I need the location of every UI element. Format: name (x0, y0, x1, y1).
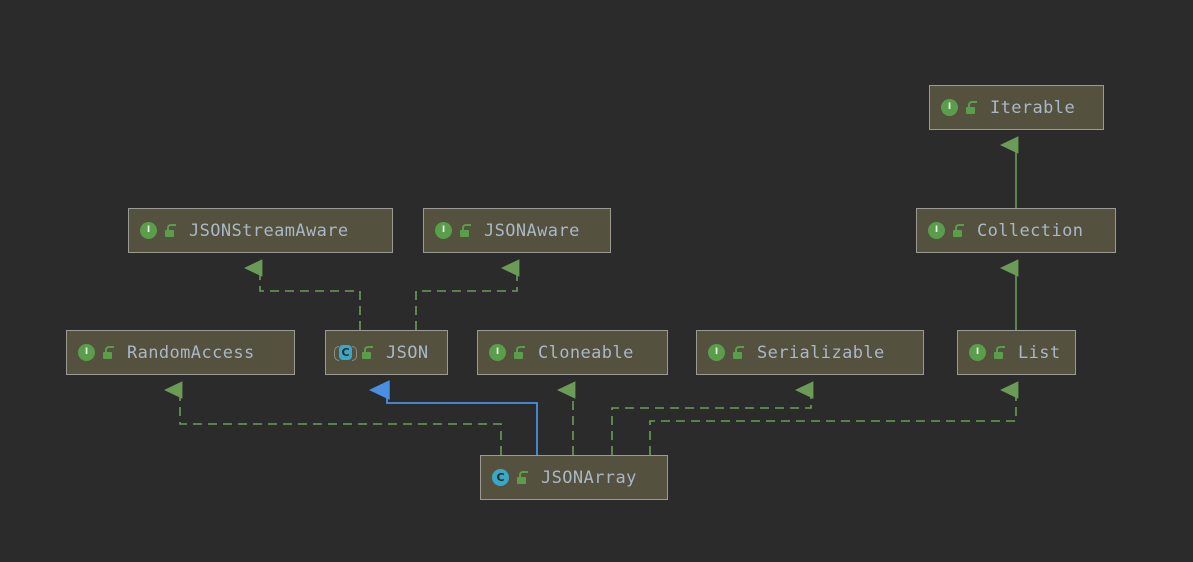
interface-circle-i-icon: I (928, 222, 945, 239)
green-open-padlock-icon (951, 223, 964, 238)
class-node-label: JSONArray (541, 467, 637, 488)
class-node-collection[interactable]: I Collection (916, 208, 1116, 253)
node-icon-group: I (941, 99, 977, 116)
node-icon-group: I (928, 222, 964, 239)
edge-jsonarray-implements-list (649, 381, 1019, 455)
node-icon-group: I (969, 344, 1005, 361)
edge-jsonarray-extends-json (369, 380, 538, 455)
green-open-padlock-icon (458, 223, 471, 238)
edge-jsonarray-implements-randomaccess (164, 381, 502, 455)
uml-diagram-canvas[interactable]: I Iterable I Collection I List I JSONStr… (0, 0, 1193, 562)
node-icon-group: I (489, 344, 525, 361)
green-open-padlock-icon (992, 345, 1005, 360)
node-icon-group: C (334, 345, 373, 361)
interface-circle-i-icon: I (78, 344, 95, 361)
class-node-jsonaware[interactable]: I JSONAware (423, 208, 611, 253)
node-icon-group: I (435, 222, 471, 239)
class-node-iterable[interactable]: I Iterable (929, 85, 1104, 130)
green-open-padlock-icon (731, 345, 744, 360)
interface-circle-i-icon: I (489, 344, 506, 361)
node-icon-group: C (492, 469, 528, 486)
interface-circle-i-icon: I (969, 344, 986, 361)
class-node-label: Iterable (990, 97, 1076, 118)
class-node-label: Collection (977, 220, 1084, 241)
class-node-label: Cloneable (538, 342, 634, 363)
class-circle-c-icon: C (492, 469, 509, 486)
interface-circle-i-icon: I (140, 222, 157, 239)
node-icon-group: I (708, 344, 744, 361)
node-icon-group: I (78, 344, 114, 361)
green-open-padlock-icon (964, 100, 977, 115)
class-node-list[interactable]: I List (957, 330, 1076, 375)
green-open-padlock-icon (515, 470, 528, 485)
interface-circle-i-icon: I (708, 344, 725, 361)
class-node-label: JSONAware (484, 220, 580, 241)
green-open-padlock-icon (163, 223, 176, 238)
interface-circle-i-icon: I (941, 99, 958, 116)
class-node-jsonstreamaware[interactable]: I JSONStreamAware (128, 208, 393, 253)
class-node-label: JSONStreamAware (189, 220, 349, 241)
green-open-padlock-icon (512, 345, 525, 360)
abstract-class-bracket-c-icon: C (334, 345, 357, 361)
node-icon-group: I (140, 222, 176, 239)
class-node-jsonarray[interactable]: C JSONArray (480, 455, 668, 500)
edge-jsonarray-implements-serializable (611, 381, 814, 455)
class-node-json[interactable]: C JSON (325, 330, 448, 375)
class-node-label: Serializable (757, 342, 885, 363)
edge-json-implements-jsonaware (415, 259, 520, 330)
green-open-padlock-icon (360, 345, 373, 360)
class-node-label: JSON (386, 342, 429, 363)
green-open-padlock-icon (101, 345, 114, 360)
class-node-cloneable[interactable]: I Cloneable (477, 330, 668, 375)
edge-json-implements-jsonstreamaware (244, 259, 361, 330)
interface-circle-i-icon: I (435, 222, 452, 239)
class-node-label: RandomAccess (127, 342, 255, 363)
class-node-randomaccess[interactable]: I RandomAccess (66, 330, 295, 375)
class-node-label: List (1018, 342, 1061, 363)
class-node-serializable[interactable]: I Serializable (696, 330, 924, 375)
